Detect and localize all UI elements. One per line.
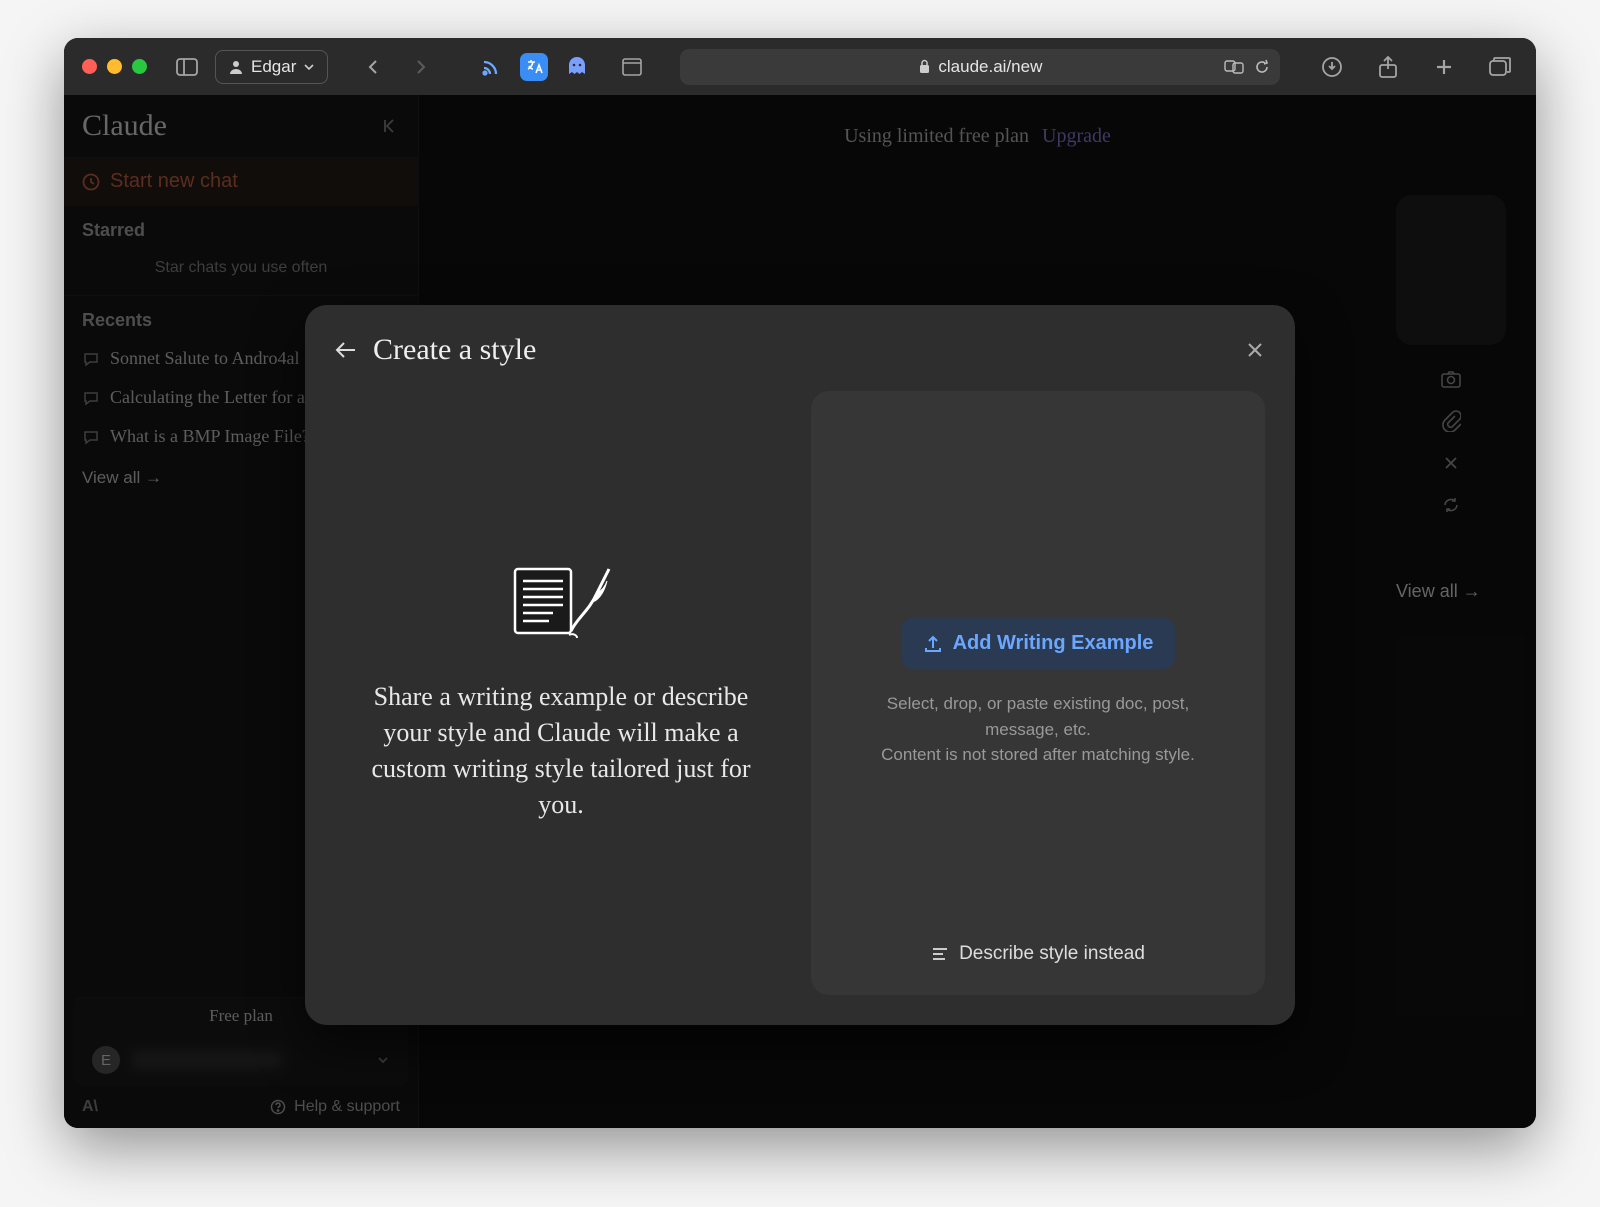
app-body: Claude Start new chat Starred Star chats…: [64, 95, 1536, 1128]
extensions-area: [478, 53, 590, 81]
browser-window: Edgar claude.ai/new: [64, 38, 1536, 1128]
window-minimize-button[interactable]: [107, 59, 122, 74]
downloads-button[interactable]: [1314, 50, 1350, 84]
tab-overview-button[interactable]: [1482, 50, 1518, 84]
writing-illustration-icon: [509, 563, 614, 643]
modal-left-panel: Share a writing example or describe your…: [335, 391, 787, 995]
rss-extension-icon[interactable]: [478, 54, 504, 80]
translate-icon[interactable]: [1224, 58, 1244, 76]
new-tab-button[interactable]: [1426, 50, 1462, 84]
translate-extension-icon[interactable]: [520, 53, 548, 81]
window-maximize-button[interactable]: [132, 59, 147, 74]
add-writing-example-button[interactable]: Add Writing Example: [901, 618, 1176, 669]
modal-title: Create a style: [373, 333, 536, 367]
add-button-label: Add Writing Example: [953, 632, 1154, 655]
chevron-down-icon: [303, 61, 315, 73]
sidebar-toggle-button[interactable]: [169, 50, 205, 84]
reader-mode-button[interactable]: [614, 50, 650, 84]
upload-icon: [923, 634, 943, 654]
browser-titlebar: Edgar claude.ai/new: [64, 38, 1536, 95]
modal-close-button[interactable]: [1245, 340, 1265, 360]
url-text: claude.ai/new: [938, 57, 1042, 77]
user-name: Edgar: [251, 57, 296, 77]
modal-back-button[interactable]: [335, 341, 357, 359]
lock-icon: [918, 59, 931, 74]
helper-line-2: Content is not stored after matching sty…: [848, 742, 1228, 768]
create-style-modal: Create a style: [305, 305, 1295, 1025]
text-align-icon: [931, 946, 949, 962]
user-profile-pill[interactable]: Edgar: [215, 50, 328, 84]
dropzone-helper-text: Select, drop, or paste existing doc, pos…: [848, 691, 1228, 768]
nav-forward-button[interactable]: [402, 50, 438, 84]
address-bar[interactable]: claude.ai/new: [680, 49, 1280, 85]
describe-style-link[interactable]: Describe style instead: [931, 943, 1145, 965]
nav-back-button[interactable]: [356, 50, 392, 84]
share-button[interactable]: [1370, 50, 1406, 84]
window-controls: [82, 59, 147, 74]
window-close-button[interactable]: [82, 59, 97, 74]
modal-dropzone[interactable]: Add Writing Example Select, drop, or pas…: [811, 391, 1265, 995]
modal-description: Share a writing example or describe your…: [365, 679, 757, 823]
helper-line-1: Select, drop, or paste existing doc, pos…: [848, 691, 1228, 742]
ghostery-extension-icon[interactable]: [564, 54, 590, 80]
modal-overlay[interactable]: Create a style: [64, 95, 1536, 1128]
reload-icon[interactable]: [1254, 59, 1270, 75]
describe-link-label: Describe style instead: [959, 943, 1145, 965]
